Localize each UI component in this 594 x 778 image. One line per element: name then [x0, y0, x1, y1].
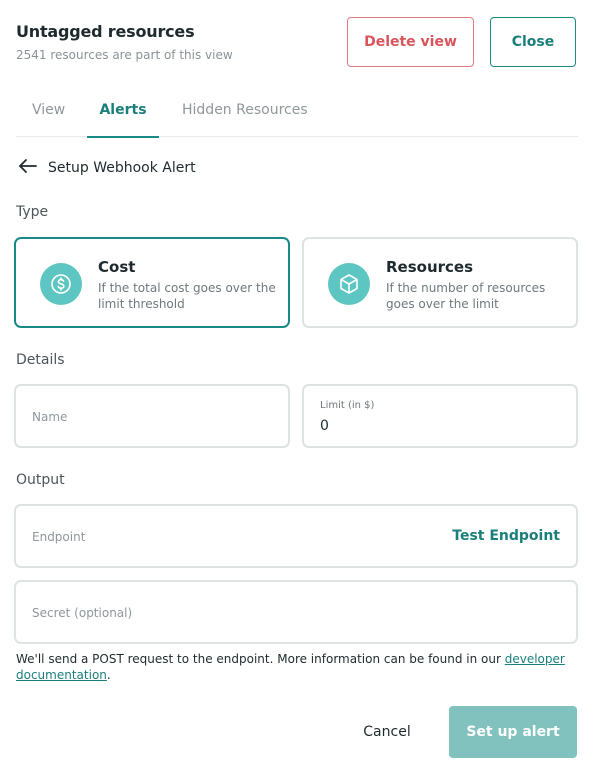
- details-section-label: Details: [16, 352, 65, 368]
- secret-input[interactable]: [32, 604, 532, 622]
- close-button[interactable]: Close: [490, 17, 576, 67]
- limit-label: Limit (in $): [320, 400, 375, 411]
- output-section-label: Output: [16, 472, 65, 488]
- tab-view[interactable]: View: [16, 96, 80, 137]
- page-subtitle: 2541 resources are part of this view: [16, 48, 233, 62]
- tab-bar: View Alerts Hidden Resources: [16, 96, 578, 138]
- tab-alerts[interactable]: Alerts: [87, 96, 159, 138]
- cube-icon: [328, 263, 370, 305]
- webhook-info-note: We'll send a POST request to the endpoin…: [16, 651, 576, 683]
- type-option-description: If the number of resources goes over the…: [386, 281, 546, 311]
- type-option-title: Cost: [98, 258, 136, 276]
- type-option-title: Resources: [386, 258, 474, 276]
- note-suffix: .: [106, 668, 111, 682]
- secret-field-wrapper: [14, 580, 578, 644]
- back-label: Setup Webhook Alert: [48, 160, 196, 176]
- endpoint-field-wrapper: Test Endpoint: [14, 504, 578, 568]
- arrow-left-icon: [16, 154, 40, 182]
- name-field-wrapper: [14, 384, 290, 448]
- limit-field-wrapper: Limit (in $): [302, 384, 578, 448]
- type-option-description: If the total cost goes over the limit th…: [98, 281, 276, 311]
- back-link[interactable]: Setup Webhook Alert: [16, 154, 196, 182]
- test-endpoint-button[interactable]: Test Endpoint: [452, 528, 560, 544]
- type-option-cost[interactable]: Cost If the total cost goes over the lim…: [14, 237, 290, 328]
- dollar-icon: [40, 263, 82, 305]
- tab-hidden-resources[interactable]: Hidden Resources: [182, 96, 322, 137]
- endpoint-input[interactable]: [32, 528, 432, 546]
- name-input[interactable]: [32, 408, 272, 426]
- type-section-label: Type: [16, 204, 49, 220]
- set-up-alert-button[interactable]: Set up alert: [449, 706, 577, 758]
- type-option-resources[interactable]: Resources If the number of resources goe…: [302, 237, 578, 328]
- page-title: Untagged resources: [16, 22, 195, 41]
- cancel-button[interactable]: Cancel: [352, 706, 422, 758]
- delete-view-button[interactable]: Delete view: [347, 17, 474, 67]
- limit-input[interactable]: [320, 416, 560, 436]
- note-text: We'll send a POST request to the endpoin…: [16, 652, 505, 666]
